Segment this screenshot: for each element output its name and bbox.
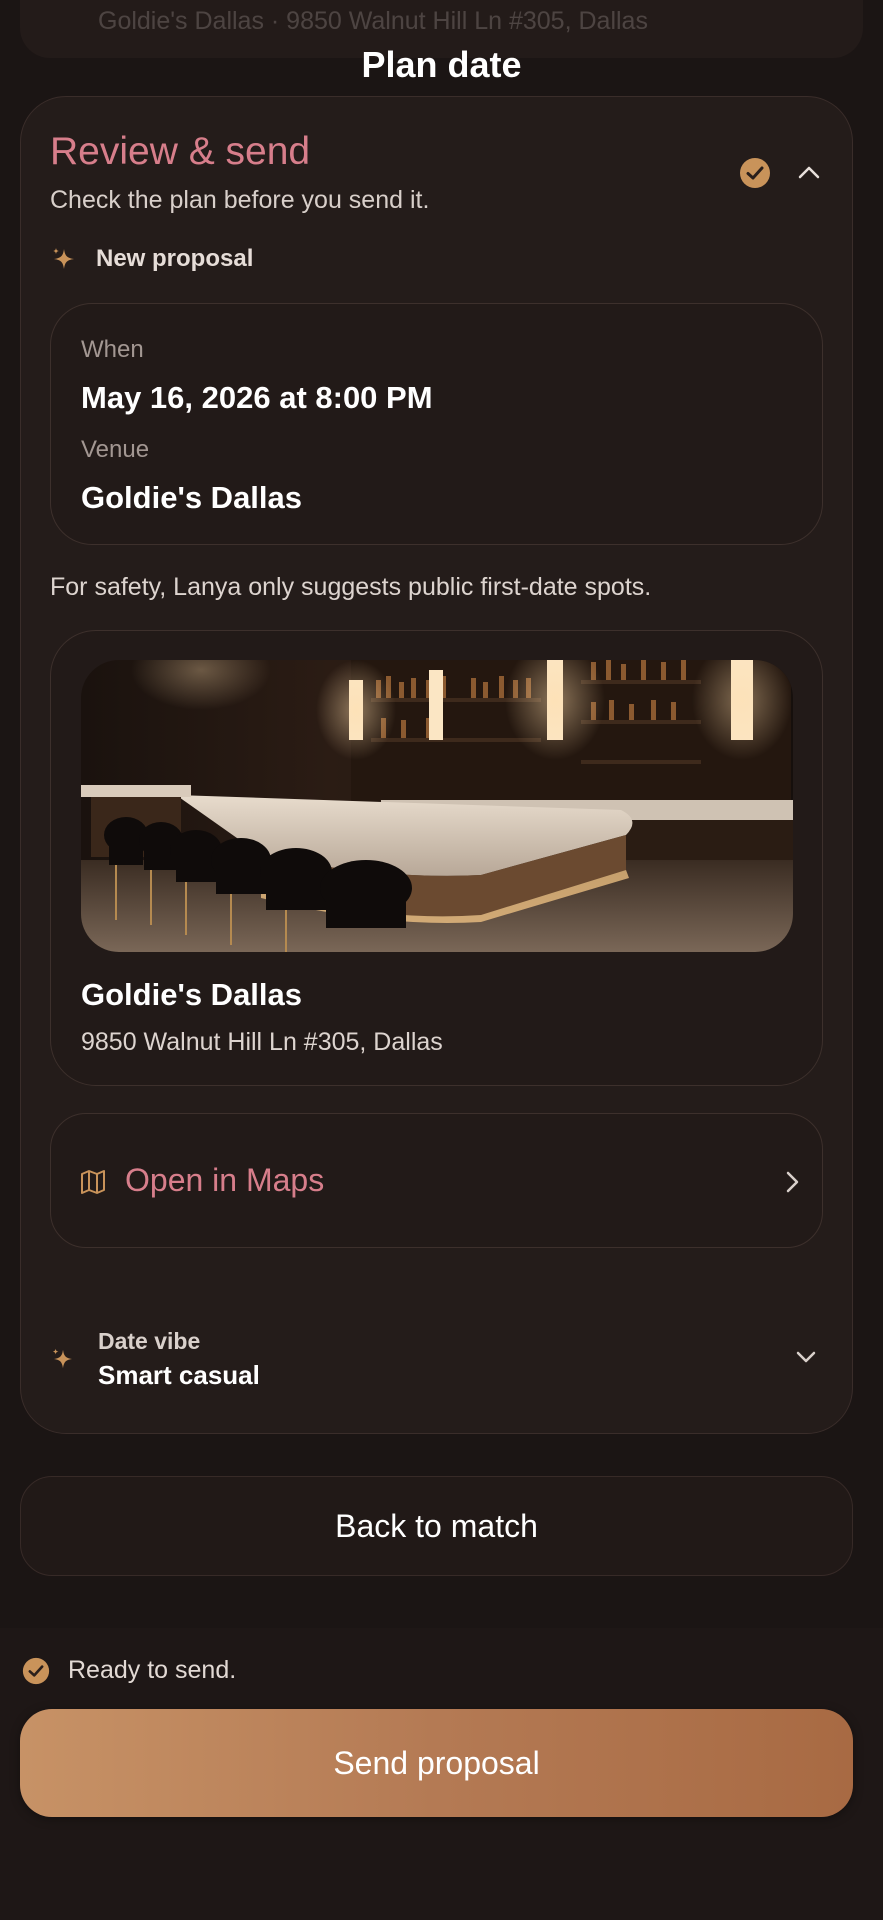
- new-proposal-row: New proposal: [50, 245, 253, 273]
- venue-label: Venue: [81, 436, 150, 463]
- date-vibe-value: Smart casual: [98, 1360, 260, 1390]
- check-circle-icon: [740, 158, 770, 188]
- sparkle-icon: [53, 248, 74, 269]
- map-icon: [81, 1170, 105, 1194]
- sparkle-icon: [52, 1348, 73, 1369]
- back-to-match-button[interactable]: Back to match: [20, 1476, 853, 1576]
- new-proposal-label: New proposal: [96, 245, 254, 272]
- date-vibe-label: Date vibe: [98, 1328, 201, 1354]
- venue-card-address: 9850 Walnut Hill Ln #305, Dallas: [81, 1028, 443, 1056]
- page-title: Plan date: [361, 44, 522, 85]
- when-label: When: [81, 336, 144, 363]
- safety-note: For safety, Lanya only suggests public f…: [50, 573, 652, 601]
- previous-venue-text: Goldie's Dallas · 9850 Walnut Hill Ln #3…: [98, 7, 648, 35]
- send-proposal-button[interactable]: Send proposal: [20, 1709, 853, 1817]
- venue-card[interactable]: Goldie's Dallas 9850 Walnut Hill Ln #305…: [50, 630, 823, 1086]
- venue-value: Goldie's Dallas: [81, 480, 303, 515]
- venue-photo: [81, 660, 793, 952]
- chevron-down-icon: [796, 1351, 816, 1363]
- ready-status-label: Ready to send.: [68, 1656, 237, 1684]
- venue-card-name: Goldie's Dallas: [81, 977, 303, 1012]
- open-in-maps-button[interactable]: Open in Maps: [50, 1113, 823, 1248]
- date-vibe-dropdown[interactable]: Date vibe Smart casual: [50, 1320, 823, 1400]
- chevron-right-icon: [786, 1171, 799, 1193]
- open-in-maps-label: Open in Maps: [125, 1162, 325, 1198]
- chevron-up-icon[interactable]: [793, 157, 825, 189]
- section-subtitle: Check the plan before you send it.: [50, 186, 430, 214]
- plan-summary-box: When May 16, 2026 at 8:00 PM Venue Goldi…: [50, 303, 823, 545]
- check-circle-icon: [22, 1657, 50, 1684]
- section-title: Review & send: [50, 130, 311, 173]
- ready-status-row: Ready to send.: [22, 1656, 236, 1685]
- when-value: May 16, 2026 at 8:00 PM: [81, 380, 433, 415]
